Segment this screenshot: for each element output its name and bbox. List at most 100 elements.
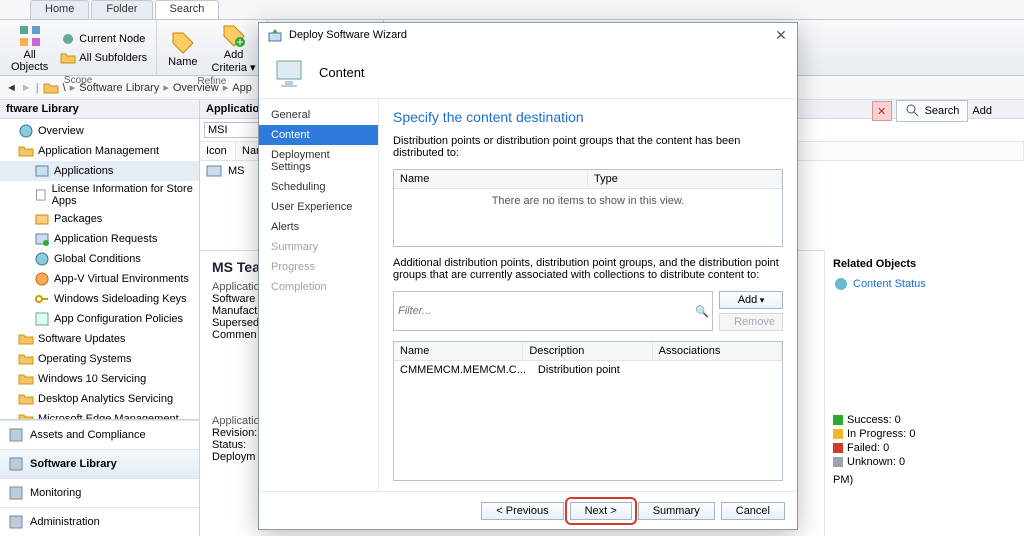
all-objects-label: All Objects (11, 49, 48, 73)
nav-item-2[interactable]: Applications (0, 161, 199, 181)
folder-icon (43, 80, 59, 96)
tag-icon (171, 31, 195, 55)
nav-item-9[interactable]: App Configuration Policies (0, 309, 199, 329)
wizard-step-progress: Progress (259, 257, 378, 277)
nav-item-13[interactable]: Desktop Analytics Servicing (0, 389, 199, 409)
req-icon (34, 231, 50, 247)
status-color (833, 429, 843, 439)
wizard-step-completion: Completion (259, 277, 378, 297)
nav-title: ftware Library (0, 100, 199, 119)
summary-button[interactable]: Summary (638, 502, 715, 520)
nav-item-0[interactable]: Overview (0, 121, 199, 141)
crumb-1[interactable]: Software Library (79, 82, 159, 94)
current-node-button[interactable]: Current Node (57, 30, 150, 48)
wizard-heading: Specify the content destination (393, 109, 783, 125)
ribbon-tabs: Home Folder Search (0, 0, 1024, 20)
key-icon (34, 291, 50, 307)
add-button[interactable]: Add (719, 291, 783, 309)
filter-search-icon[interactable]: 🔍 (692, 292, 712, 330)
all-subfolders-button[interactable]: All Subfolders (57, 49, 150, 67)
tab-search[interactable]: Search (155, 0, 220, 19)
wizard-text-1: Distribution points or distribution poin… (393, 135, 783, 159)
related-objects-panel: Related Objects Content Status Success: … (824, 250, 1024, 536)
wizard-icon (267, 27, 283, 43)
related-title: Related Objects (833, 258, 1016, 270)
folder-icon (18, 143, 34, 159)
chart-icon (833, 276, 849, 292)
deploy-wizard-dialog: Deploy Software Wizard ✕ Content General… (258, 22, 798, 530)
nav-tree[interactable]: OverviewApplication ManagementApplicatio… (0, 119, 199, 419)
content-status-link[interactable]: Content Status (833, 276, 1016, 292)
previous-button[interactable]: < Previous (481, 502, 563, 520)
app-icon (206, 163, 222, 179)
nav-item-14[interactable]: Microsoft Edge Management (0, 409, 199, 419)
folder-icon (18, 331, 34, 347)
nav-item-12[interactable]: Windows 10 Servicing (0, 369, 199, 389)
appv-icon (34, 271, 50, 287)
wizard-step-general[interactable]: General (259, 105, 378, 125)
subfolders-icon (60, 50, 76, 66)
doc-icon (34, 187, 48, 203)
status-chip: Success: 0 (833, 414, 1016, 426)
search-icon (905, 103, 921, 119)
wizard-title: Deploy Software Wizard (289, 29, 407, 41)
wb-icon (8, 427, 24, 443)
pm-label: PM) (833, 474, 1016, 486)
wunderbar: Assets and ComplianceSoftware LibraryMon… (0, 419, 199, 536)
globe-icon (18, 123, 34, 139)
add-criteria-button[interactable]: Add Criteria ▾ (207, 22, 261, 76)
nav-item-5[interactable]: Application Requests (0, 229, 199, 249)
folder-icon (18, 411, 34, 419)
nav-item-6[interactable]: Global Conditions (0, 249, 199, 269)
filter-input-wrap: 🔍 (393, 291, 713, 331)
wb-icon (8, 485, 24, 501)
tab-folder[interactable]: Folder (91, 0, 152, 19)
nav-item-7[interactable]: App-V Virtual Environments (0, 269, 199, 289)
wizard-content: Specify the content destination Distribu… (379, 99, 797, 491)
folder-icon (18, 371, 34, 387)
wizard-step-content[interactable]: Content (259, 125, 378, 145)
wizard-step-deployment-settings[interactable]: Deployment Settings (259, 145, 378, 177)
distributed-table: Name Type There are no items to show in … (393, 169, 783, 247)
search-toolbar: ✕ Search Add (872, 100, 992, 122)
wizard-step-user-experience[interactable]: User Experience (259, 197, 378, 217)
nav-item-10[interactable]: Software Updates (0, 329, 199, 349)
wb-icon (8, 514, 24, 530)
crumb-3[interactable]: App (232, 82, 252, 94)
crumb-2[interactable]: Overview (173, 82, 219, 94)
nav-item-4[interactable]: Packages (0, 209, 199, 229)
nav-item-8[interactable]: Windows Sideloading Keys (0, 289, 199, 309)
tab-home[interactable]: Home (30, 0, 89, 19)
wizard-close-button[interactable]: ✕ (773, 27, 789, 43)
wunderbar-administration[interactable]: Administration (0, 507, 199, 536)
nav-item-1[interactable]: Application Management (0, 141, 199, 161)
next-button[interactable]: Next > (570, 502, 632, 520)
name-button[interactable]: Name (163, 29, 202, 70)
additional-table[interactable]: Name Description Associations CMMEMCM.ME… (393, 341, 783, 481)
folder-icon (18, 391, 34, 407)
clear-search-button[interactable]: ✕ (872, 101, 892, 121)
wizard-nav: GeneralContentDeployment SettingsSchedul… (259, 99, 379, 491)
nav-panel: ftware Library OverviewApplication Manag… (0, 100, 200, 536)
remove-button: Remove (719, 313, 783, 331)
node-icon (60, 31, 76, 47)
wunderbar-software-library[interactable]: Software Library (0, 449, 199, 478)
cancel-button[interactable]: Cancel (721, 502, 785, 520)
cfg-icon (34, 311, 50, 327)
wunderbar-assets-and-compliance[interactable]: Assets and Compliance (0, 420, 199, 449)
table-row[interactable]: CMMEMCM.MEMCM.C... Distribution point (394, 361, 782, 379)
all-objects-icon (18, 24, 42, 48)
nav-item-11[interactable]: Operating Systems (0, 349, 199, 369)
nav-item-3[interactable]: License Information for Store Apps (0, 181, 199, 209)
back-icon[interactable]: ◄ (6, 82, 17, 94)
empty-message: There are no items to show in this view. (394, 189, 782, 213)
wizard-step-scheduling[interactable]: Scheduling (259, 177, 378, 197)
filter-input[interactable] (394, 292, 692, 330)
fwd-icon[interactable]: ► (21, 82, 32, 94)
app-icon (34, 163, 50, 179)
wizard-step-alerts[interactable]: Alerts (259, 217, 378, 237)
all-objects-button[interactable]: All Objects (6, 22, 53, 75)
add-search-label[interactable]: Add (972, 105, 992, 117)
search-button[interactable]: Search (896, 100, 969, 122)
wunderbar-monitoring[interactable]: Monitoring (0, 478, 199, 507)
